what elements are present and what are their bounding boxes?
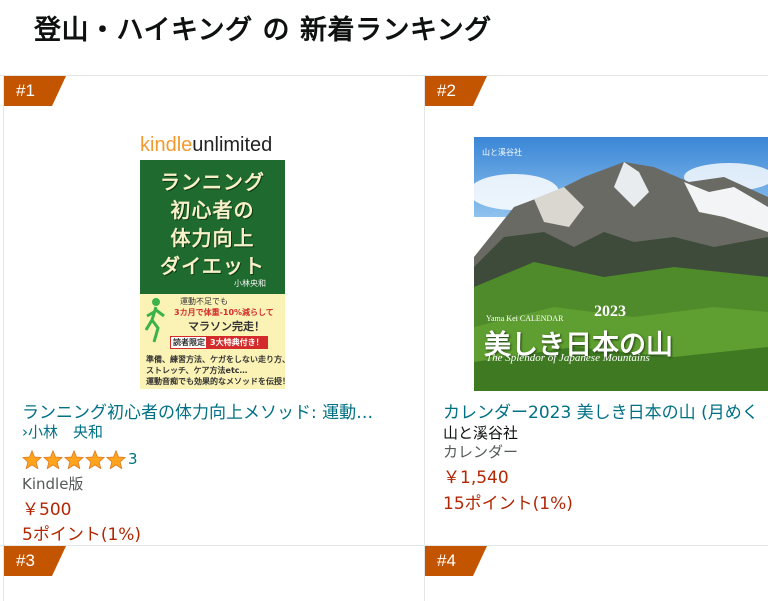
rank-badge: #4 <box>425 546 487 576</box>
grid-divider-left <box>3 75 4 601</box>
product-cover-image[interactable]: kindleunlimited ランニング 初心者の 体力向上 ダイエット 小林… <box>140 134 285 389</box>
kindle-unlimited-logo: kindleunlimited <box>140 134 273 156</box>
price: ￥500 <box>22 500 72 520</box>
grid-divider-top <box>0 75 768 76</box>
star-icon <box>106 450 126 469</box>
star-icon <box>64 450 84 469</box>
grid-divider-center <box>424 75 425 601</box>
price: ￥1,540 <box>443 468 509 488</box>
rank-number: #2 <box>437 81 456 100</box>
rank-number: #4 <box>437 551 456 570</box>
star-icon <box>22 450 42 469</box>
rank-number: #1 <box>16 81 35 100</box>
format-label: Kindle版 <box>22 475 84 493</box>
product-title-link[interactable]: ランニング初心者の体力向上メソッド: 運動… <box>22 398 418 423</box>
star-icon <box>85 450 105 469</box>
rank-badge: #2 <box>425 76 487 106</box>
rank-badge: #1 <box>4 76 66 106</box>
rank-badge: #3 <box>4 546 66 576</box>
format-label: カレンダー <box>443 443 519 461</box>
product-title-link[interactable]: カレンダー2023 美しき日本の山 (月めく <box>443 398 768 423</box>
review-count-link[interactable]: 3 <box>128 450 138 468</box>
star-rating[interactable] <box>22 450 126 469</box>
product-cover-image[interactable]: 山と溪谷社 Yama Kei CALENDAR 2023 美しき日本の山 The… <box>474 137 768 391</box>
publisher-label: 山と溪谷社 <box>443 424 519 442</box>
star-icon <box>43 450 63 469</box>
points: 15ポイント(1%) <box>443 494 573 514</box>
points: 5ポイント(1%) <box>22 525 142 545</box>
grid-divider-middle <box>0 545 768 546</box>
rank-number: #3 <box>16 551 35 570</box>
page-title: 登山・ハイキング の 新着ランキング <box>34 15 492 46</box>
runner-icon <box>144 298 165 343</box>
author-link[interactable]: ›小林 央和 <box>22 421 103 442</box>
